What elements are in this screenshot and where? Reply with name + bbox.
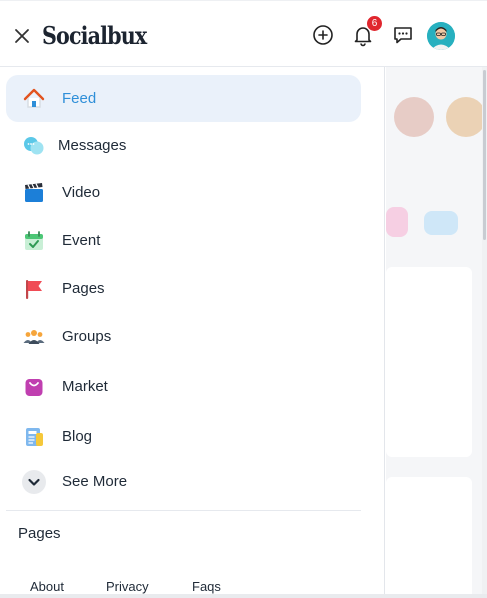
home-icon xyxy=(23,88,45,108)
close-icon[interactable] xyxy=(12,26,32,46)
chevron-down-icon xyxy=(22,470,46,494)
nav-item-label: Video xyxy=(62,184,101,201)
nav-item-pages[interactable]: Pages xyxy=(6,265,361,312)
user-avatar[interactable] xyxy=(427,22,455,50)
nav-item-event[interactable]: Event xyxy=(6,217,361,264)
nav-item-video[interactable]: Video xyxy=(6,169,361,216)
nav-item-label: Pages xyxy=(62,280,105,297)
nav-item-market[interactable]: Market xyxy=(6,363,361,410)
newspaper-icon xyxy=(26,428,43,446)
people-icon xyxy=(23,330,45,344)
app-logo[interactable]: Socialbux xyxy=(42,21,147,50)
side-menu: Feed Messages Video Event Pages Groups M… xyxy=(0,67,385,598)
nav-item-label: Messages xyxy=(58,137,127,154)
nav-item-feed[interactable]: Feed xyxy=(6,75,361,122)
divider xyxy=(6,510,361,511)
story-avatar xyxy=(394,97,434,137)
nav-item-blog[interactable]: Blog xyxy=(6,413,361,460)
shopping-bag-icon xyxy=(25,379,43,396)
nav-item-label: See More xyxy=(62,473,128,490)
bottom-edge xyxy=(0,594,487,598)
nav-item-messages[interactable]: Messages xyxy=(6,122,361,169)
message-dots-icon[interactable] xyxy=(391,23,415,47)
video-button xyxy=(424,211,458,235)
footer-link-faqs[interactable]: Faqs xyxy=(192,579,221,594)
story-avatar xyxy=(446,97,486,137)
add-circle-icon[interactable] xyxy=(311,23,335,47)
background-feed xyxy=(386,67,487,598)
post-card xyxy=(386,267,472,457)
post-card xyxy=(386,477,472,598)
chat-bubbles-icon xyxy=(24,137,44,155)
nav-item-label: Groups xyxy=(62,328,112,345)
nav-item-label: Feed xyxy=(62,90,97,107)
nav-item-label: Event xyxy=(62,232,101,249)
nav-item-groups[interactable]: Groups xyxy=(6,313,361,360)
reaction-button xyxy=(386,207,408,237)
footer-link-about[interactable]: About xyxy=(30,579,64,594)
footer-link-privacy[interactable]: Privacy xyxy=(106,579,149,594)
pages-section-title: Pages xyxy=(18,525,61,542)
nav-item-label: Blog xyxy=(62,428,93,445)
nav-item-label: Market xyxy=(62,378,108,395)
notification-badge: 6 xyxy=(367,16,382,31)
calendar-check-icon xyxy=(25,231,43,250)
top-bar: Socialbux 6 xyxy=(0,0,487,67)
see-more-button[interactable]: See More xyxy=(6,458,361,505)
clapperboard-icon xyxy=(25,183,43,202)
avatar-icon xyxy=(427,22,455,50)
flag-icon xyxy=(26,280,42,299)
scrollbar-thumb[interactable] xyxy=(483,70,486,240)
